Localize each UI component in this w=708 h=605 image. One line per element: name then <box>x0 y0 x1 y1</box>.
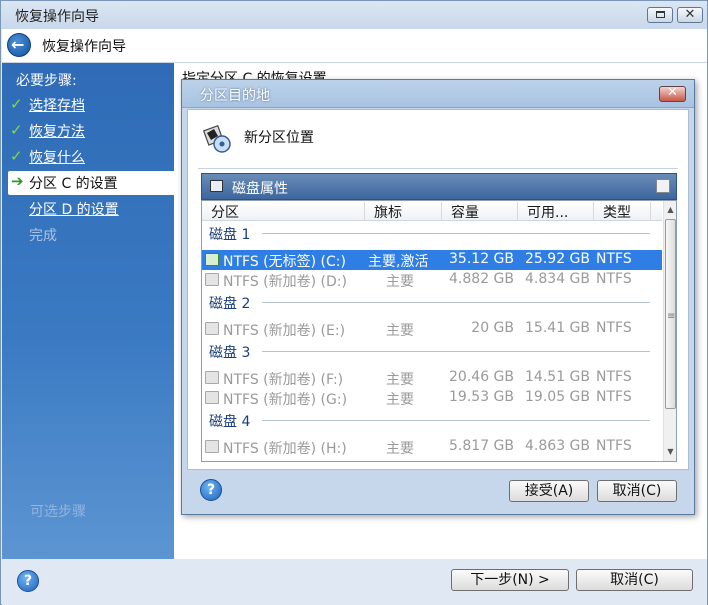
maximize-icon <box>656 11 665 18</box>
disk-group-label: 磁盘 1 <box>202 223 662 243</box>
divider <box>198 168 678 169</box>
check-icon: ✓ <box>10 121 23 139</box>
step-what-to-recover[interactable]: ✓ 恢复什么 <box>8 145 174 169</box>
partition-row[interactable]: NTFS (新加卷) (G:) 主要 19.53 GB 19.05 GB NTF… <box>202 388 662 408</box>
dialog-body: 新分区位置 磁盘属性 分区 旗标 容量 可用... 类型 磁盘 1 NTFS (… <box>187 109 689 470</box>
disk-properties-bar[interactable]: 磁盘属性 <box>201 173 677 200</box>
window-title-bar: 恢复操作向导 ✕ <box>1 1 707 29</box>
wizard-footer: ? 下一步(N) > 取消(C) <box>2 559 707 605</box>
disk-properties-label: 磁盘属性 <box>232 181 288 197</box>
maximize-button[interactable] <box>647 7 673 23</box>
header-title: 恢复操作向导 <box>42 39 126 55</box>
dialog-cancel-button[interactable]: 取消(C) <box>597 480 677 502</box>
partition-icon <box>205 322 219 335</box>
step-label: 分区 C 的设置 <box>29 176 118 192</box>
partition-icon <box>205 371 219 384</box>
disk-group-label: 磁盘 2 <box>202 292 662 312</box>
dialog-title: 分区目的地 <box>200 88 270 104</box>
dialog-subtitle: 新分区位置 <box>244 130 314 146</box>
scroll-down-icon[interactable]: ▼ <box>666 447 675 456</box>
step-partition-d-settings[interactable]: 分区 D 的设置 <box>8 197 174 221</box>
check-icon: ✓ <box>10 147 23 165</box>
step-partition-c-settings[interactable]: ➔ 分区 C 的设置 <box>8 171 174 195</box>
step-label: 完成 <box>29 228 57 244</box>
partition-icon <box>205 391 219 404</box>
properties-icon[interactable] <box>656 179 670 193</box>
step-recovery-method[interactable]: ✓ 恢复方法 <box>8 119 174 143</box>
close-icon: ✕ <box>667 85 678 100</box>
disk-properties-icon <box>210 180 223 192</box>
column-header-flags[interactable]: 旗标 <box>365 202 442 221</box>
partition-row[interactable]: NTFS (新加卷) (D:) 主要 4.882 GB 4.834 GB NTF… <box>202 270 662 290</box>
column-header-partition[interactable]: 分区 <box>202 202 365 221</box>
partition-icon <box>205 253 219 266</box>
partition-icon <box>205 440 219 453</box>
table-header: 分区 旗标 容量 可用... 类型 <box>202 201 662 221</box>
partition-row[interactable]: NTFS (新加卷) (H:) 主要 5.817 GB 4.863 GB NTF… <box>202 437 662 457</box>
step-select-archive[interactable]: ✓ 选择存档 <box>8 93 174 117</box>
arrow-right-icon: ➔ <box>11 172 24 190</box>
step-label: 恢复方法 <box>29 124 85 140</box>
next-button[interactable]: 下一步(N) > <box>451 569 569 591</box>
required-steps-title: 必要步骤: <box>16 73 77 89</box>
help-icon[interactable]: ? <box>17 570 39 592</box>
step-label: 分区 D 的设置 <box>29 202 119 218</box>
scroll-up-icon[interactable]: ▲ <box>666 205 675 214</box>
step-finish: 完成 <box>8 223 174 247</box>
wizard-header: ← 恢复操作向导 <box>2 29 707 63</box>
column-header-type[interactable]: 类型 <box>594 202 651 221</box>
step-label: 选择存档 <box>29 98 85 114</box>
disk-group-label: 磁盘 3 <box>202 341 662 361</box>
step-label: 恢复什么 <box>29 150 85 166</box>
disk-group-label: 磁盘 4 <box>202 410 662 430</box>
disk-location-icon <box>203 124 231 153</box>
partition-row[interactable]: NTFS (无标签) (C:) 主要,激活 35.12 GB 25.92 GB … <box>202 250 662 270</box>
vertical-scrollbar[interactable]: ▲ ≡ ▼ <box>663 201 676 461</box>
partition-row[interactable]: NTFS (新加卷) (E:) 主要 20 GB 15.41 GB NTFS <box>202 319 662 339</box>
grip-icon: ≡ <box>667 311 676 322</box>
close-icon: ✕ <box>684 7 696 22</box>
cancel-button[interactable]: 取消(C) <box>576 569 693 591</box>
optional-steps-title: 可选步骤 <box>30 504 86 520</box>
check-icon: ✓ <box>10 95 23 113</box>
partition-icon <box>205 273 219 286</box>
window-title: 恢复操作向导 <box>15 9 99 25</box>
dialog-title-bar: 分区目的地 ✕ <box>182 80 694 108</box>
dialog-help-icon[interactable]: ? <box>200 479 222 501</box>
accept-button[interactable]: 接受(A) <box>509 480 589 502</box>
steps-sidebar: 必要步骤: ✓ 选择存档 ✓ 恢复方法 ✓ 恢复什么 ➔ 分区 C 的设置 分区… <box>2 63 174 559</box>
dialog-close-button[interactable]: ✕ <box>659 85 686 102</box>
close-button[interactable]: ✕ <box>677 7 703 23</box>
back-arrow-icon: ← <box>11 35 25 54</box>
partition-destination-dialog: 分区目的地 ✕ 新分区位置 磁盘属性 分区 旗标 容量 可用... 类型 磁盘 … <box>181 79 695 515</box>
column-header-capacity[interactable]: 容量 <box>442 202 518 221</box>
partition-row[interactable]: NTFS (新加卷) (F:) 主要 20.46 GB 14.51 GB NTF… <box>202 368 662 388</box>
back-button[interactable]: ← <box>7 33 31 57</box>
column-header-free[interactable]: 可用... <box>518 202 594 221</box>
partition-table: 分区 旗标 容量 可用... 类型 磁盘 1 NTFS (无标签) (C:) 主… <box>201 200 677 462</box>
